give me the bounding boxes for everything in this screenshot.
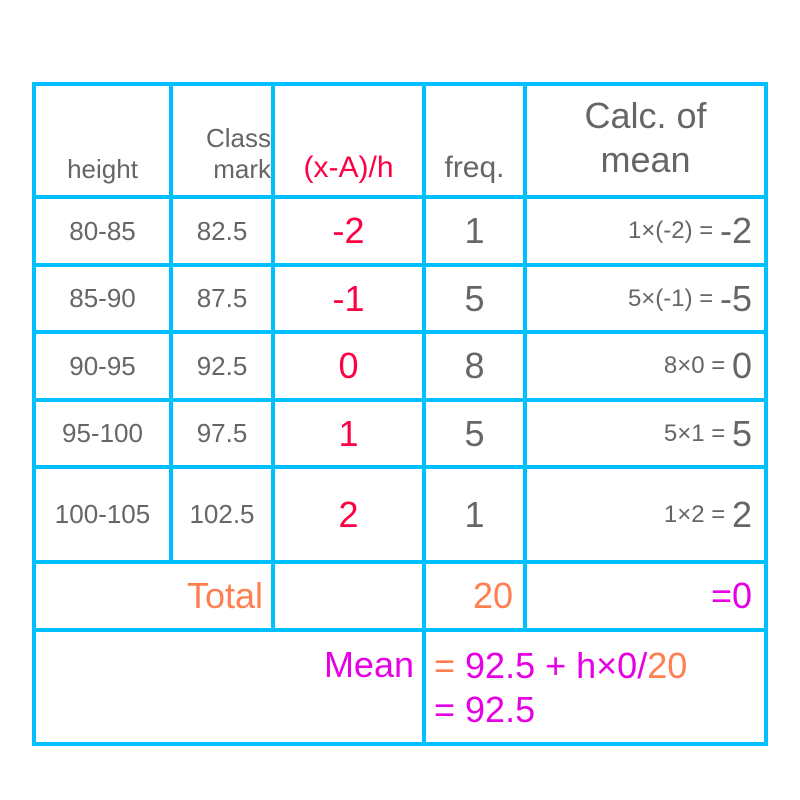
mean-expression: 92.5 + h×0/	[465, 645, 648, 686]
total-calc-cell: =0	[527, 564, 764, 628]
total-calc-sum: =0	[710, 575, 752, 616]
calc-result: -5	[719, 277, 752, 319]
mean-calculation-table: height Class mark (x-A)/h freq. Calc. of…	[32, 82, 768, 746]
deviation-cell: 0	[275, 334, 422, 398]
height-range-cell-value: 85-90	[69, 283, 136, 313]
mean-result: = 92.5	[434, 689, 536, 730]
freq-cell: 5	[426, 402, 523, 465]
header-calc-of-mean: Calc. of mean	[527, 86, 764, 195]
calc-cell: 1×(-2) = -2	[527, 199, 764, 263]
mean-equals-sign: =	[434, 645, 466, 686]
header-height-label: height	[67, 154, 138, 184]
header-height: height	[36, 86, 169, 195]
calc-expression: 5×1 =	[663, 419, 732, 447]
calc-result: -2	[719, 210, 752, 251]
height-range-cell-value: 80-85	[69, 215, 136, 246]
header-freq-label: freq.	[444, 151, 505, 184]
class-mark-cell: 97.5	[173, 402, 271, 465]
deviation-cell-value: 0	[338, 345, 359, 386]
class-mark-cell: 82.5	[173, 199, 271, 263]
calc-cell: 8×0 = 0	[527, 334, 764, 398]
calc-result: 0	[731, 345, 752, 386]
mean-value-cell: = 92.5 + h×0/20 = 92.5	[426, 632, 764, 742]
header-freq: freq.	[426, 86, 523, 195]
class-mark-cell: 102.5	[173, 469, 271, 560]
height-range-cell-value: 100-105	[54, 499, 151, 529]
calc-result: 5	[731, 412, 752, 454]
deviation-cell-value: -2	[332, 210, 365, 251]
freq-cell-value: 1	[464, 493, 485, 535]
freq-cell: 5	[426, 267, 523, 330]
freq-cell-value: 5	[464, 277, 485, 319]
height-range-cell: 85-90	[36, 267, 169, 330]
total-freq-sum: 20	[472, 575, 513, 616]
header-class-mark: Class mark	[173, 86, 271, 195]
deviation-cell-value: -1	[332, 277, 365, 319]
calc-expression: 1×2 =	[663, 500, 732, 528]
height-range-cell: 95-100	[36, 402, 169, 465]
header-class-mark-line1: Class	[205, 122, 271, 153]
deviation-cell: 2	[275, 469, 422, 560]
freq-cell: 8	[426, 334, 523, 398]
table-border-bottom	[32, 742, 768, 746]
calc-cell: 5×(-1) = -5	[527, 267, 764, 330]
class-mark-cell: 92.5	[173, 334, 271, 398]
deviation-cell: -2	[275, 199, 422, 263]
header-calc-line1: Calc. of	[584, 95, 707, 137]
freq-cell: 1	[426, 469, 523, 560]
calc-expression: 1×(-2) =	[627, 217, 720, 244]
class-mark-cell-value: 97.5	[196, 418, 248, 448]
class-mark-cell: 87.5	[173, 267, 271, 330]
height-range-cell-value: 90-95	[69, 350, 136, 381]
mean-label: Mean	[323, 644, 414, 685]
height-range-cell: 90-95	[36, 334, 169, 398]
calc-expression: 5×(-1) =	[627, 284, 720, 312]
freq-cell-value: 1	[464, 210, 485, 251]
header-class-mark-line2: mark	[213, 153, 271, 184]
freq-cell: 1	[426, 199, 523, 263]
calc-cell: 5×1 = 5	[527, 402, 764, 465]
deviation-cell: 1	[275, 402, 422, 465]
calc-expression: 8×0 =	[663, 352, 732, 379]
freq-cell-value: 5	[464, 412, 485, 454]
class-mark-cell-value: 92.5	[196, 350, 248, 381]
height-range-cell-value: 95-100	[62, 418, 143, 448]
total-label-cell: Total	[36, 564, 271, 628]
header-deviation: (x-A)/h	[275, 86, 422, 195]
class-mark-cell-value: 87.5	[196, 283, 248, 313]
mean-denominator: 20	[647, 645, 688, 686]
freq-cell-value: 8	[464, 345, 485, 386]
deviation-cell-value: 1	[338, 412, 359, 454]
calc-cell: 1×2 = 2	[527, 469, 764, 560]
height-range-cell: 80-85	[36, 199, 169, 263]
total-label: Total	[186, 575, 263, 616]
calc-result: 2	[731, 493, 752, 535]
mean-formula: = 92.5 + h×0/20	[434, 644, 687, 688]
height-range-cell: 100-105	[36, 469, 169, 560]
header-calc-line2: mean	[600, 138, 691, 180]
mean-label-cell: Mean	[36, 632, 422, 742]
header-deviation-label: (x-A)/h	[303, 151, 394, 184]
total-freq-cell: 20	[426, 564, 523, 628]
table-border-right	[764, 82, 768, 746]
class-mark-cell-value: 102.5	[189, 499, 255, 529]
class-mark-cell-value: 82.5	[196, 215, 248, 246]
deviation-cell: -1	[275, 267, 422, 330]
deviation-cell-value: 2	[338, 493, 359, 535]
